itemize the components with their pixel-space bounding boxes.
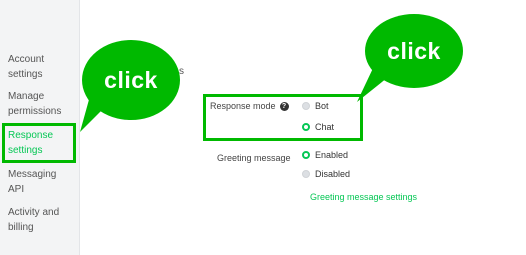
sidebar-item-messaging-api[interactable]: Messaging API [8, 167, 74, 197]
response-mode-bot-label: Bot [315, 101, 329, 111]
greeting-enabled-option[interactable]: Enabled [302, 150, 348, 160]
click-callout-right: click [357, 14, 463, 102]
help-icon[interactable]: ? [279, 102, 289, 112]
response-mode-label: Response mode? [210, 101, 289, 112]
greeting-message-label: Greeting message [217, 153, 291, 163]
click-callout-left: click [80, 40, 180, 132]
greeting-disabled-option[interactable]: Disabled [302, 169, 350, 179]
callout-label-right: click [387, 37, 441, 64]
radio-selected-icon[interactable] [302, 151, 310, 159]
sidebar-item-account-settings[interactable]: Account settings [8, 52, 74, 82]
sidebar-item-manage-permissions[interactable]: Manage permissions [8, 89, 74, 119]
response-mode-chat-label: Chat [315, 122, 335, 132]
response-mode-bot-option[interactable]: Bot [302, 101, 329, 111]
response-settings-highlight [2, 123, 76, 163]
radio-unselected-icon[interactable] [302, 170, 310, 178]
greeting-message-settings-link[interactable]: Greeting message settings [310, 192, 417, 202]
radio-unselected-icon[interactable] [302, 102, 310, 110]
response-mode-chat-option[interactable]: Chat [302, 122, 334, 132]
radio-selected-icon[interactable] [302, 123, 310, 131]
callout-label-left: click [104, 66, 158, 93]
sidebar-item-activity-and-billing[interactable]: Activity and billing [8, 205, 74, 235]
greeting-disabled-label: Disabled [315, 169, 351, 179]
greeting-enabled-label: Enabled [315, 150, 349, 160]
